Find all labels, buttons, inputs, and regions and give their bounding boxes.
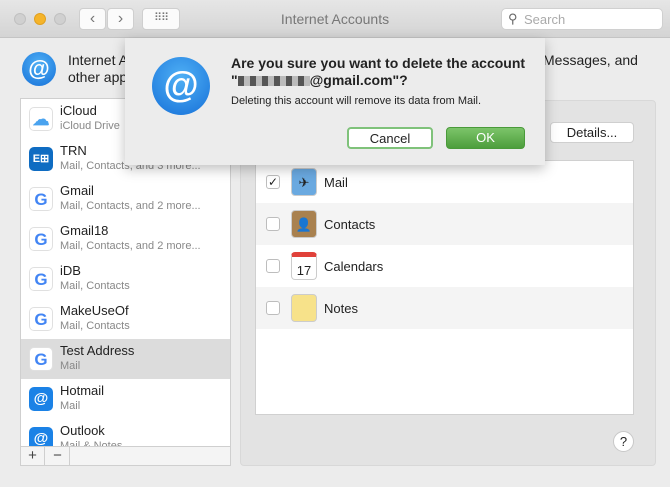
at-icon: @ (29, 427, 53, 446)
email-domain: @gmail.com"? (309, 72, 408, 88)
service-label: Contacts (324, 217, 376, 232)
account-name: Gmail (60, 183, 94, 198)
title-bar: ‹ › ⠿⠿ Internet Accounts ⚲ Search (0, 0, 670, 38)
account-item-idb[interactable]: GiDB Mail, Contacts (21, 259, 230, 299)
account-item-outlook[interactable]: @ Outlook Mail & Notes (21, 419, 230, 447)
service-row-notes: Notes (256, 287, 633, 329)
help-button[interactable]: ? (613, 431, 634, 452)
service-label: Calendars (324, 259, 384, 274)
at-icon: @ (29, 387, 53, 411)
account-services: Mail, Contacts (60, 280, 130, 292)
intro-text-left: Internet Aother app (68, 52, 128, 86)
account-services: Mail, Contacts, and 2 more... (60, 240, 201, 252)
google-icon: G (29, 227, 53, 251)
ok-button[interactable]: OK (446, 127, 525, 149)
calendar-day: 17 (296, 263, 312, 278)
dialog-message: Deleting this account will remove its da… (231, 95, 482, 107)
account-item-test-address[interactable]: G Test Address Mail (21, 339, 230, 379)
account-services: Mail (60, 400, 81, 412)
account-name: iCloud (60, 103, 97, 118)
account-services: Mail, Contacts, and 2 more... (60, 200, 201, 212)
delete-account-dialog: @ Are you sure you want to delete the ac… (125, 38, 545, 165)
mail-checkbox[interactable]: ✓ (266, 175, 280, 189)
account-name: Hotmail (60, 383, 105, 398)
service-row-calendars: 17 Calendars (256, 245, 633, 287)
account-name: iDB (60, 263, 81, 278)
calendars-checkbox[interactable] (266, 259, 280, 273)
account-item-hotmail[interactable]: @ Hotmail Mail (21, 379, 230, 419)
dialog-title: Are you sure you want to delete the acco… (231, 55, 525, 89)
details-button[interactable]: Details... (550, 122, 634, 143)
contacts-checkbox[interactable] (266, 217, 280, 231)
redacted-email (237, 76, 310, 87)
service-row-mail: ✓ ✈ Mail (256, 161, 633, 203)
account-services: Mail (60, 360, 81, 372)
notes-checkbox[interactable] (266, 301, 280, 315)
account-services: Mail & Notes (60, 440, 123, 447)
intro-line-2: other app (68, 69, 128, 85)
internet-accounts-icon: @ (22, 52, 56, 86)
list-toolbar: + − (20, 447, 231, 466)
remove-account-button[interactable]: − (46, 447, 70, 465)
google-icon: G (29, 347, 53, 371)
notes-icon (291, 294, 317, 322)
search-icon: ⚲ (508, 11, 518, 26)
account-name: MakeUseOf (60, 303, 129, 318)
account-item-gmail[interactable]: G Gmail Mail, Contacts, and 2 more... (21, 179, 230, 219)
dialog-title-line-1: Are you sure you want to delete the acco… (231, 55, 526, 71)
intro-text-right: Messages, and (543, 52, 638, 68)
service-label: Mail (324, 175, 348, 190)
calendar-icon: 17 (291, 252, 317, 280)
services-list: ✓ ✈ Mail 👤 Contacts 17 Calendars Notes (255, 160, 634, 415)
intro-line-1: Internet A (68, 52, 128, 68)
google-icon: G (29, 187, 53, 211)
dialog-title-line-2: " @gmail.com"? (231, 72, 525, 89)
contacts-icon: 👤 (291, 210, 317, 238)
add-account-button[interactable]: + (21, 447, 45, 465)
service-label: Notes (324, 301, 358, 316)
service-row-contacts: 👤 Contacts (256, 203, 633, 245)
account-name: TRN (60, 143, 87, 158)
google-icon: G (29, 307, 53, 331)
google-icon: G (29, 267, 53, 291)
account-services: iCloud Drive (60, 120, 120, 132)
account-services: Mail, Contacts (60, 320, 130, 332)
account-item-gmail18[interactable]: G Gmail18 Mail, Contacts, and 2 more... (21, 219, 230, 259)
quote: " (231, 72, 238, 88)
internet-accounts-icon: @ (152, 57, 210, 115)
cancel-button[interactable]: Cancel (347, 127, 433, 149)
mail-icon: ✈ (291, 168, 317, 196)
account-name: Test Address (60, 343, 135, 358)
icloud-icon: ☁ (29, 107, 53, 131)
account-name: Gmail18 (60, 223, 109, 238)
exchange-icon: E⊞ (29, 147, 53, 171)
search-input[interactable]: ⚲ Search (501, 8, 663, 30)
search-placeholder: Search (524, 12, 566, 27)
account-item-makeuseof[interactable]: G MakeUseOf Mail, Contacts (21, 299, 230, 339)
account-name: Outlook (60, 423, 105, 438)
